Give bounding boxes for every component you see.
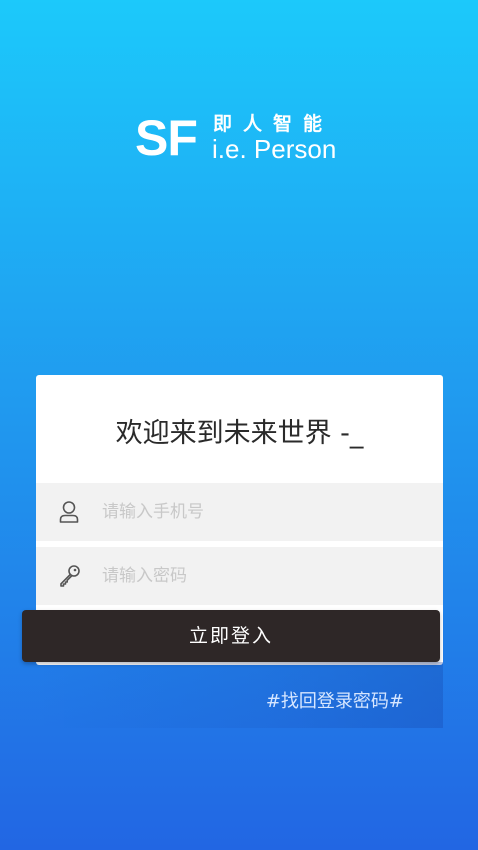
forgot-password-link[interactable]: #找回登录密码#	[266, 690, 404, 714]
phone-input[interactable]	[102, 497, 422, 527]
logo-letters: SF	[135, 110, 198, 166]
password-field	[36, 547, 443, 605]
brand-name-en: i.e. Person	[212, 134, 337, 164]
user-icon	[58, 500, 80, 524]
login-button[interactable]: 立即登入	[22, 610, 440, 662]
brand-name-cn: 即人智能	[213, 113, 334, 135]
phone-field	[36, 483, 443, 541]
password-input[interactable]	[102, 561, 422, 591]
key-icon	[58, 564, 80, 588]
welcome-title: 欢迎来到未来世界 -_	[115, 418, 364, 449]
